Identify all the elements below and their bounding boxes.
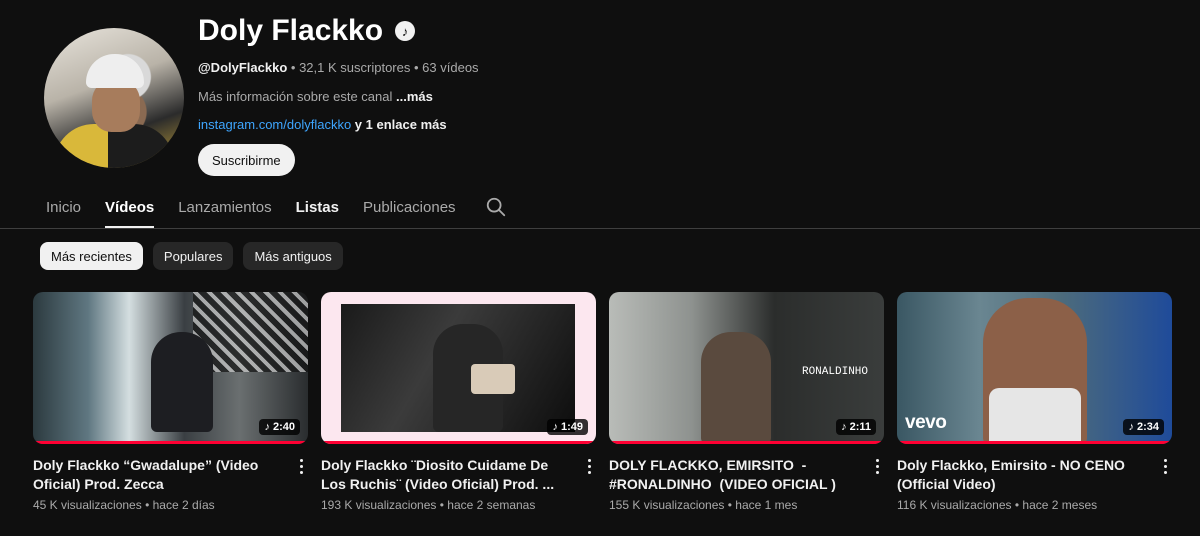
subscribe-button[interactable]: Suscribirme: [198, 144, 295, 176]
tab-listas[interactable]: Listas: [284, 186, 351, 228]
progress-bar: [897, 441, 1172, 444]
duration-badge: ♪ 2:11: [836, 419, 876, 435]
channel-handle: @DolyFlackko: [198, 60, 288, 75]
video-info: Doly Flackko “Gwadalupe” (Video Oficial)…: [33, 456, 308, 512]
music-note-icon: ♪: [552, 421, 558, 433]
music-note-icon: ♪: [264, 421, 270, 433]
more-links-button[interactable]: y 1 enlace más: [355, 117, 447, 132]
progress-bar: [321, 441, 596, 444]
thumbnail-tank-top: [989, 388, 1081, 444]
more-options-icon[interactable]: [1158, 456, 1172, 476]
more-options-icon[interactable]: [870, 456, 884, 476]
thumbnail-figure: [701, 332, 771, 444]
channel-name-text: Doly Flackko: [198, 14, 384, 47]
video-thumbnail[interactable]: ♪ 2:40: [33, 292, 308, 444]
video-card[interactable]: vevo ♪ 2:34 Doly Flackko, Emirsito - NO C…: [897, 292, 1172, 512]
channel-links: instagram.com/dolyflackko y 1 enlace más: [198, 117, 447, 132]
duration-text: 2:34: [1136, 421, 1159, 433]
meta-separator: •: [290, 60, 296, 75]
video-card[interactable]: ♪ 1:49 Doly Flackko ¨Diosito Cuidame De L…: [321, 292, 596, 512]
progress-bar: [609, 441, 884, 444]
sort-chips: Más recientes Populares Más antiguos: [40, 242, 343, 270]
tabs-divider: [0, 228, 1200, 229]
meta-separator: •: [413, 60, 419, 75]
video-thumbnail[interactable]: vevo ♪ 2:34: [897, 292, 1172, 444]
more-options-icon[interactable]: [582, 456, 596, 476]
channel-name: Doly Flackko ♪: [198, 14, 416, 48]
thumbnail-overlay-text: RONALDINHO: [801, 366, 868, 378]
thumbnail-money: [471, 364, 515, 394]
tab-inicio[interactable]: Inicio: [34, 186, 93, 228]
instagram-link[interactable]: instagram.com/dolyflackko: [198, 117, 351, 132]
channel-about[interactable]: Más información sobre este canal ...más: [198, 89, 433, 104]
upload-age: hace 1 mes: [735, 498, 798, 512]
duration-text: 2:11: [849, 421, 871, 433]
video-meta: 155 K visualizaciones • hace 1 mes: [609, 498, 862, 512]
meta-separator: •: [439, 498, 444, 512]
tab-lanzamientos[interactable]: Lanzamientos: [166, 186, 283, 228]
channel-tabs: Inicio Vídeos Lanzamientos Listas Public…: [34, 186, 518, 228]
duration-text: 1:49: [560, 421, 583, 433]
meta-separator: •: [145, 498, 150, 512]
video-title[interactable]: Doly Flackko “Gwadalupe” (Video Oficial)…: [33, 456, 286, 494]
video-meta: 116 K visualizaciones • hace 2 meses: [897, 498, 1150, 512]
about-text: Más información sobre este canal: [198, 89, 393, 104]
chip-recent[interactable]: Más recientes: [40, 242, 143, 270]
upload-age: hace 2 meses: [1022, 498, 1098, 512]
search-icon[interactable]: [474, 186, 518, 228]
view-count: 116 K visualizaciones: [897, 498, 1012, 512]
chip-oldest[interactable]: Más antiguos: [243, 242, 343, 270]
view-count: 155 K visualizaciones: [609, 498, 725, 512]
channel-meta: @DolyFlackko • 32,1 K suscriptores • 63 …: [198, 60, 479, 75]
duration-badge: ♪ 1:49: [547, 419, 588, 435]
video-info: Doly Flackko, Emirsito - NO CENO (Offici…: [897, 456, 1172, 512]
video-card[interactable]: ♪ 2:40 Doly Flackko “Gwadalupe” (Video Of…: [33, 292, 308, 512]
video-title[interactable]: Doly Flackko, Emirsito - NO CENO (Offici…: [897, 456, 1150, 494]
video-card[interactable]: RONALDINHO ♪ 2:11 DOLY FLACKKO, EMIRSITO …: [609, 292, 884, 512]
video-meta: 45 K visualizaciones • hace 2 días: [33, 498, 286, 512]
more-options-icon[interactable]: [294, 456, 308, 476]
duration-badge: ♪ 2:40: [259, 419, 300, 435]
tab-videos[interactable]: Vídeos: [93, 186, 166, 228]
chip-popular[interactable]: Populares: [152, 242, 234, 270]
view-count: 193 K visualizaciones: [321, 498, 437, 512]
tab-publicaciones[interactable]: Publicaciones: [351, 186, 468, 228]
progress-bar: [33, 441, 308, 444]
video-info: Doly Flackko ¨Diosito Cuidame De Los Ruc…: [321, 456, 596, 512]
video-grid: ♪ 2:40 Doly Flackko “Gwadalupe” (Video Of…: [33, 292, 1172, 512]
video-title[interactable]: Doly Flackko ¨Diosito Cuidame De Los Ruc…: [321, 456, 574, 494]
upload-age: hace 2 días: [152, 498, 215, 512]
duration-text: 2:40: [272, 421, 295, 433]
video-thumbnail[interactable]: ♪ 1:49: [321, 292, 596, 444]
channel-avatar[interactable]: [44, 28, 184, 168]
view-count: 45 K visualizaciones: [33, 498, 142, 512]
subscriber-count: 32,1 K suscriptores: [299, 60, 411, 75]
avatar-cap: [86, 54, 144, 88]
thumbnail-figure: [151, 332, 213, 432]
video-thumbnail[interactable]: RONALDINHO ♪ 2:11: [609, 292, 884, 444]
music-note-icon: ♪: [1128, 421, 1134, 433]
video-info: DOLY FLACKKO, EMIRSITO - #RONALDINHO (VI…: [609, 456, 884, 512]
about-more-link[interactable]: ...más: [396, 89, 433, 104]
video-title[interactable]: DOLY FLACKKO, EMIRSITO - #RONALDINHO (VI…: [609, 456, 862, 494]
upload-age: hace 2 semanas: [447, 498, 536, 512]
meta-separator: •: [727, 498, 732, 512]
meta-separator: •: [1014, 498, 1020, 512]
video-count: 63 vídeos: [422, 60, 479, 75]
video-meta: 193 K visualizaciones • hace 2 semanas: [321, 498, 574, 512]
vevo-logo: vevo: [905, 412, 947, 433]
thumbnail-frame: [341, 304, 575, 432]
music-note-icon: ♪: [841, 421, 847, 433]
music-note-verified-icon: ♪: [395, 21, 416, 41]
duration-badge: ♪ 2:34: [1123, 419, 1164, 435]
